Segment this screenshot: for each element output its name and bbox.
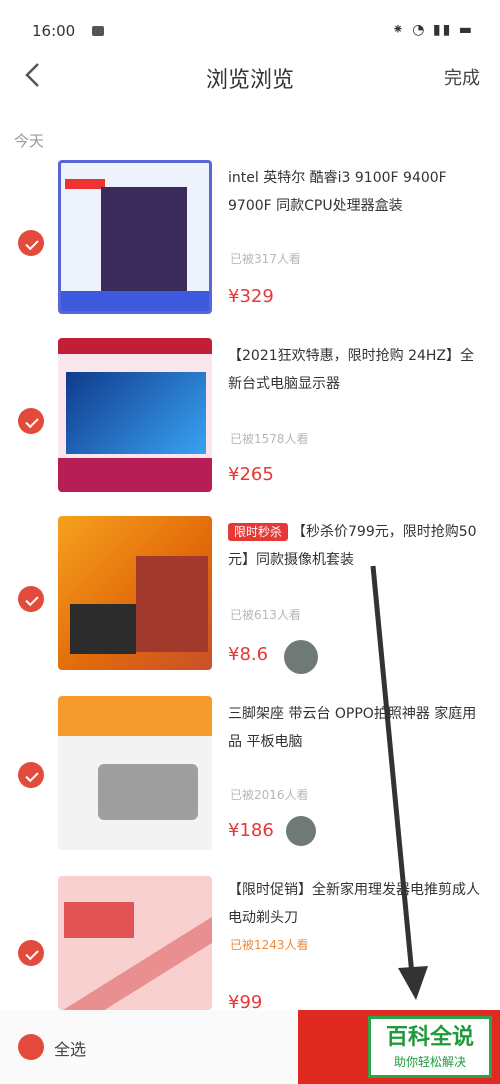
item-views: 已被1578人看: [230, 432, 309, 446]
list-item[interactable]: 【2021狂欢特惠，限时抢购 24HZ】全新台式电脑显示器 已被1578人看 ¥…: [0, 338, 500, 510]
item-price: ¥329: [228, 286, 274, 307]
nav-bar: 浏览浏览 完成: [0, 48, 500, 104]
seller-avatar: [284, 640, 318, 674]
notification-icon: [92, 26, 104, 36]
item-title[interactable]: intel 英特尔 酷睿i3 9100F 9400F 9700F 同款CPU处理…: [228, 164, 483, 220]
checkbox-checked-icon[interactable]: [18, 762, 44, 788]
list-item[interactable]: 限时秒杀 【秒杀价799元，限时抢购50元】同款摄像机套装 已被613人看 ¥8.…: [0, 516, 500, 688]
watermark-subtitle: 助你轻松解决: [393, 1055, 466, 1069]
status-icons: ⁕ ◔ ▮▮ ▬: [392, 22, 474, 38]
item-views: 已被1243人看: [230, 938, 309, 952]
promo-tag: 限时秒杀: [228, 523, 289, 541]
list-item[interactable]: 三脚架座 带云台 OPPO拍照神器 家庭用品 平板电脑 已被2016人看 ¥18…: [0, 696, 500, 868]
item-title[interactable]: 限时秒杀 【秒杀价799元，限时抢购50元】同款摄像机套装: [228, 518, 483, 574]
item-views: 已被613人看: [230, 608, 301, 622]
item-price: ¥8.6: [228, 644, 269, 665]
item-title[interactable]: 三脚架座 带云台 OPPO拍照神器 家庭用品 平板电脑: [228, 700, 483, 756]
checkbox-checked-icon[interactable]: [18, 940, 44, 966]
item-price: ¥186: [228, 820, 274, 841]
page-title: 浏览浏览: [205, 68, 294, 93]
select-all-checkbox[interactable]: [18, 1034, 44, 1060]
list-item[interactable]: intel 英特尔 酷睿i3 9100F 9400F 9700F 同款CPU处理…: [0, 160, 500, 332]
seller-avatar: [286, 816, 316, 846]
product-thumbnail[interactable]: [58, 160, 212, 314]
checkbox-checked-icon[interactable]: [18, 408, 44, 434]
watermark-logo: 百科全说 助你轻松解决: [368, 1016, 492, 1078]
select-all-label[interactable]: 全选: [54, 1036, 86, 1060]
product-thumbnail[interactable]: [58, 338, 212, 492]
checkbox-checked-icon[interactable]: [18, 230, 44, 256]
product-thumbnail[interactable]: [58, 516, 212, 670]
done-button[interactable]: 完成: [444, 64, 480, 90]
section-date-label: 今天: [14, 132, 45, 150]
checkbox-checked-icon[interactable]: [18, 586, 44, 612]
status-bar: 16:00 ⁕ ◔ ▮▮ ▬: [0, 0, 500, 48]
item-price: ¥265: [228, 464, 274, 485]
item-views: 已被317人看: [230, 252, 301, 266]
item-views: 已被2016人看: [230, 788, 309, 802]
status-time: 16:00: [32, 22, 76, 40]
watermark-title: 百科全说: [385, 1025, 474, 1050]
item-title[interactable]: 【限时促销】全新家用理发器电推剪成人电动剃头刀: [228, 876, 483, 932]
product-thumbnail[interactable]: [58, 696, 212, 850]
item-title[interactable]: 【2021狂欢特惠，限时抢购 24HZ】全新台式电脑显示器: [228, 342, 483, 398]
product-thumbnail[interactable]: [58, 876, 212, 1010]
